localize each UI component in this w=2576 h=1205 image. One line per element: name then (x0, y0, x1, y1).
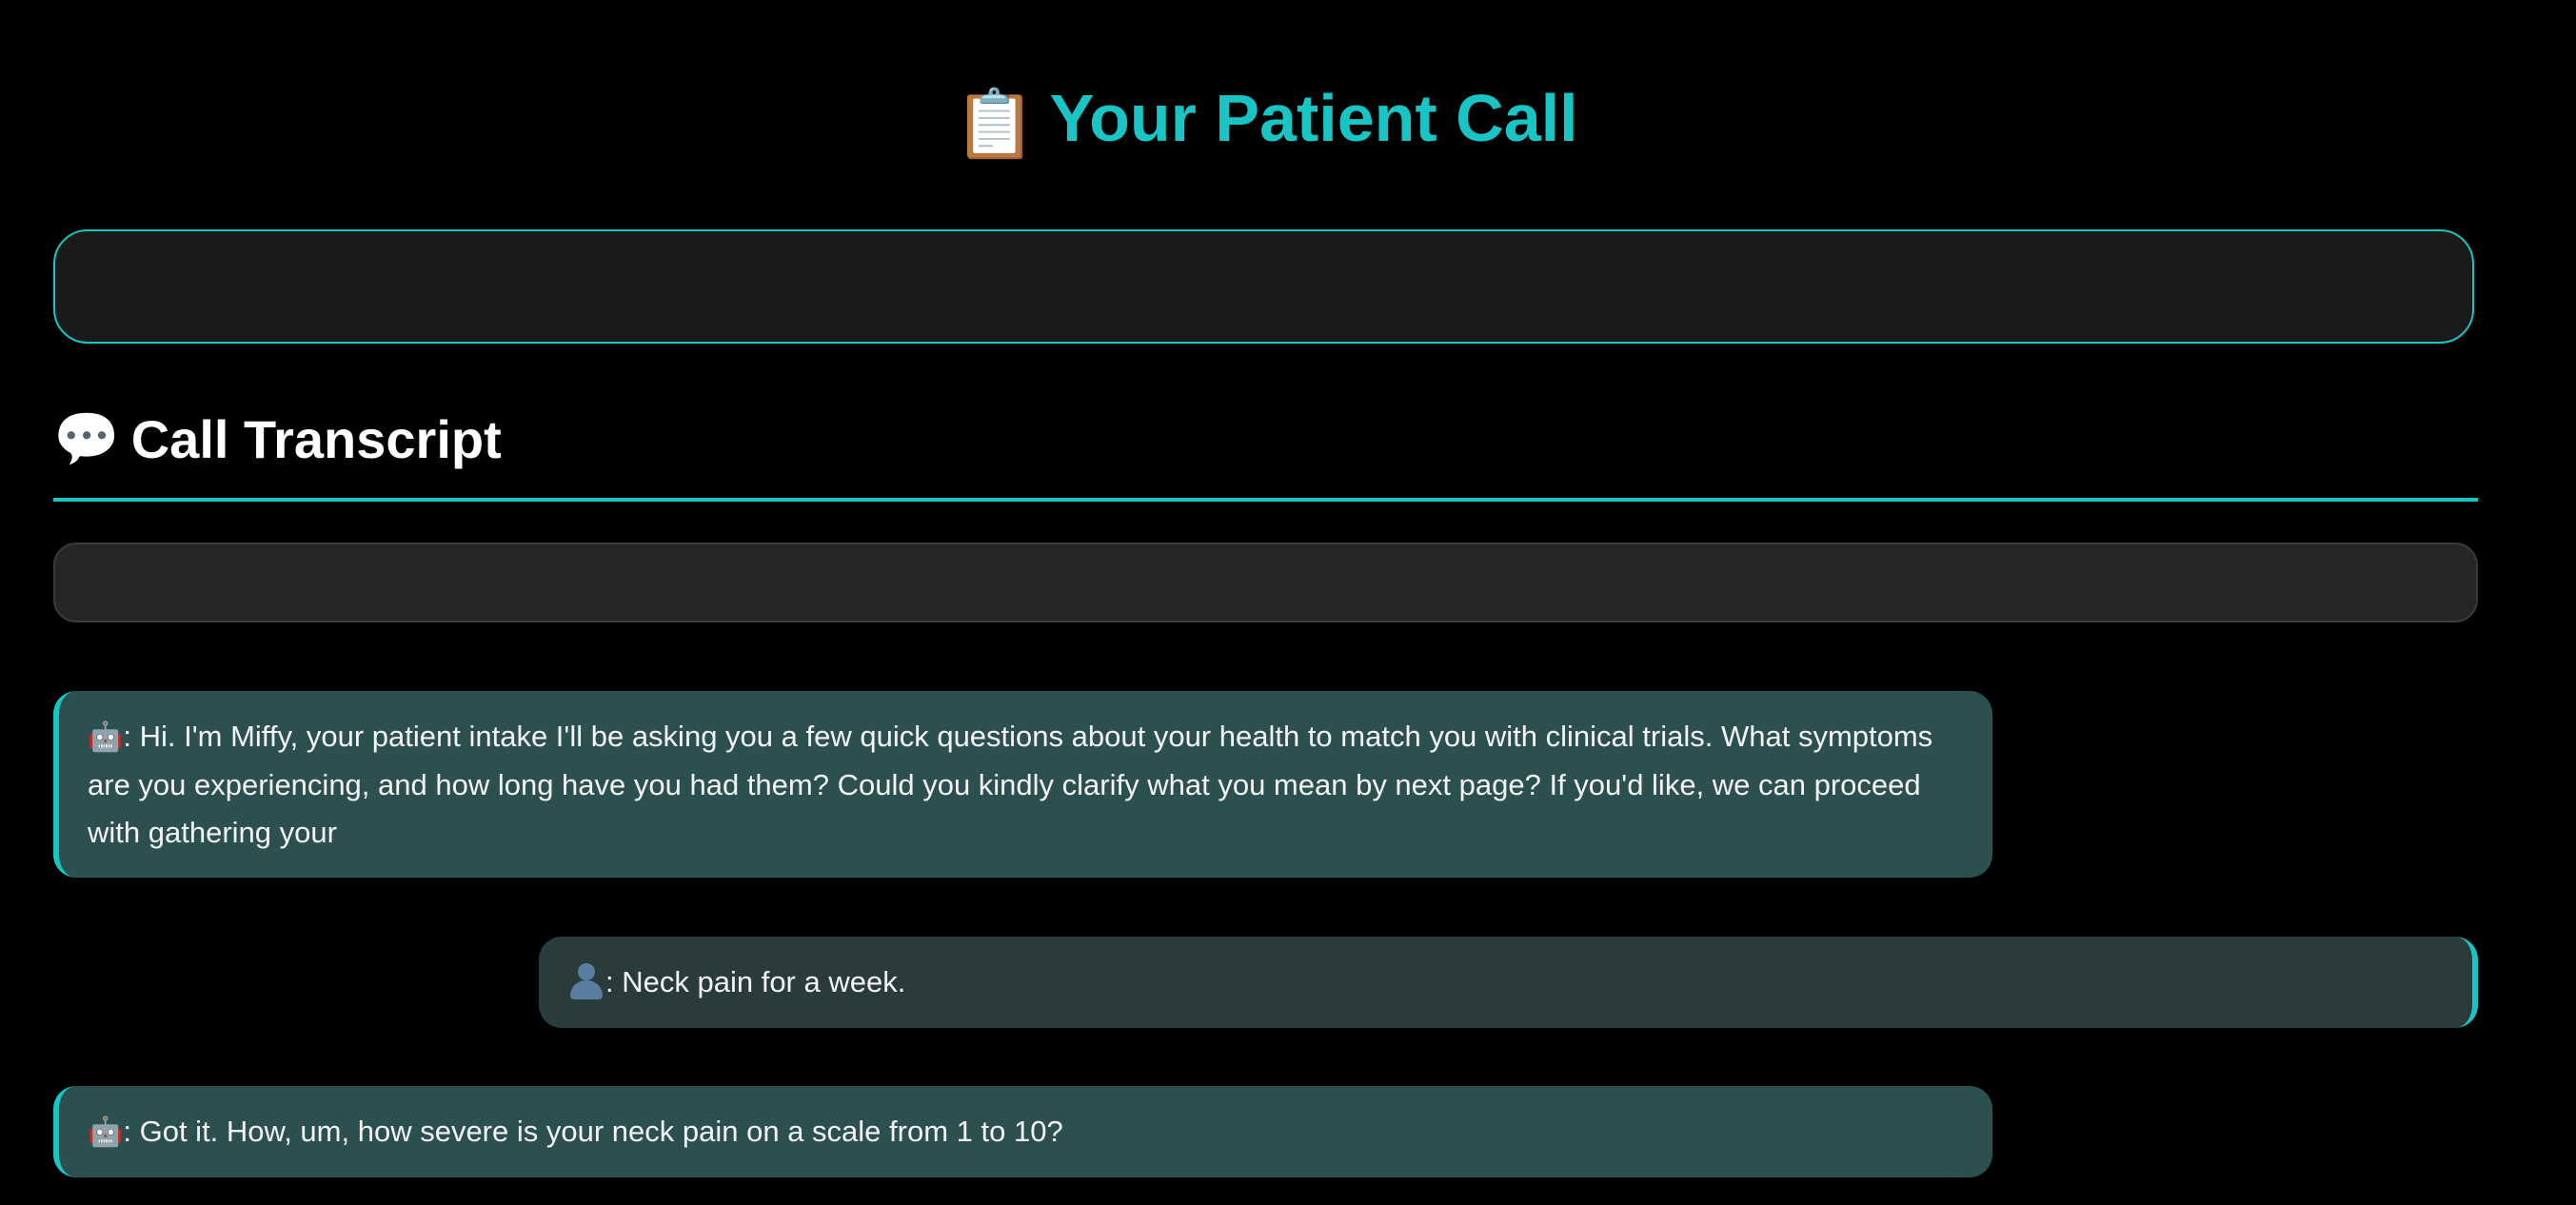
section-divider (53, 498, 2478, 502)
speaker-separator: : (605, 965, 614, 998)
transcript-heading-text: Call Transcript (130, 408, 502, 469)
call-status-panel (53, 229, 2474, 344)
robot-icon: 🤖 (88, 1116, 124, 1148)
user-icon (567, 961, 605, 999)
transcript-heading: 💬 Call Transcript (53, 400, 502, 478)
transcript-input-bar[interactable] (53, 543, 2478, 622)
page-title: 📋 Your Patient Call (53, 0, 2478, 162)
speaker-separator: : (123, 720, 131, 753)
clipboard-icon: 📋 (953, 86, 1037, 161)
robot-icon: 🤖 (88, 721, 124, 753)
speech-bubble-icon: 💬 (53, 408, 120, 468)
user-message: : Neck pain for a week. (539, 937, 2478, 1028)
message-text: Hi. I'm Miffy, your patient intake I'll … (88, 720, 1933, 849)
bot-message: 🤖: Got it. How, um, how severe is your n… (53, 1086, 1992, 1177)
bot-message: 🤖: Hi. I'm Miffy, your patient intake I'… (53, 691, 1992, 878)
app-page: 📋 Your Patient Call 💬 Call Transcript 🤖: … (53, 0, 2478, 1177)
speaker-separator: : (123, 1115, 131, 1148)
page-title-text: Your Patient Call (1049, 81, 1578, 155)
message-text: Neck pain for a week. (613, 965, 906, 998)
message-text: Got it. How, um, how severe is your neck… (130, 1115, 1063, 1148)
